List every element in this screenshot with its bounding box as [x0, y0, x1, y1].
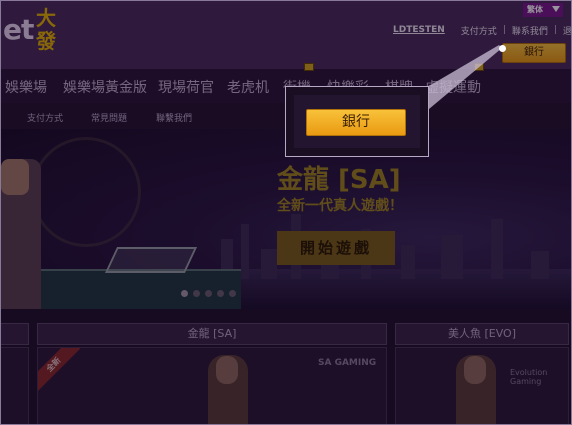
app-window: et 大發 繁体 LDTESTEN 支付方式 | 聯系我們 | 退出 銀行 娛樂… [0, 0, 572, 425]
callout-bank-button[interactable]: 銀行 [306, 109, 406, 136]
callout-pointer [429, 45, 502, 109]
highlight-dot-icon [499, 45, 506, 52]
